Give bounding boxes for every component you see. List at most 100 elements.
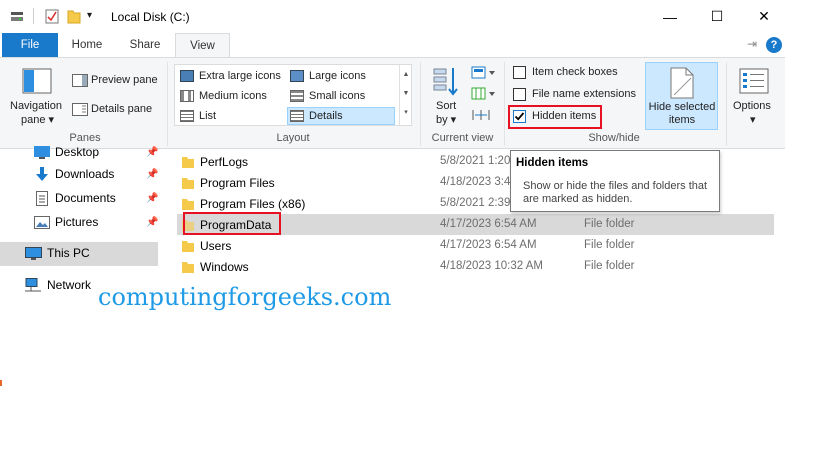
divider <box>504 62 505 146</box>
pin-icon[interactable]: 📌 <box>146 169 158 180</box>
add-columns-button[interactable] <box>471 87 497 103</box>
help-icon[interactable]: ? <box>766 37 782 53</box>
divider <box>726 62 727 146</box>
nav-item-pictures[interactable]: Pictures 📌 <box>0 211 158 235</box>
ribbon-edge <box>785 57 813 149</box>
nav-label: Desktop <box>55 145 100 159</box>
watermark-text: computingforgeeks.com <box>98 283 392 311</box>
options-label: Options <box>733 100 771 112</box>
tab-view[interactable]: View <box>175 33 230 57</box>
file-name: PerfLogs <box>200 155 249 169</box>
layout-option-label: Large icons <box>309 70 366 82</box>
item-check-boxes-label: Item check boxes <box>532 66 618 78</box>
navigation-pane-label-2: pane ▾ <box>21 114 55 126</box>
nav-item-desktop[interactable]: Desktop 📌 <box>0 141 158 165</box>
layout-extra-large-icons[interactable]: Extra large icons <box>177 67 287 85</box>
sort-by-button[interactable]: Sort by ▾ <box>428 62 464 130</box>
file-name: Program Files (x86) <box>200 197 306 211</box>
programdata-highlight <box>183 212 281 235</box>
pin-icon[interactable]: 📌 <box>146 217 158 228</box>
layout-list[interactable]: List <box>177 107 287 125</box>
pictures-icon <box>34 216 50 229</box>
add-columns-icon <box>471 87 495 100</box>
tab-file[interactable]: File <box>2 33 58 57</box>
new-folder-icon[interactable] <box>67 9 81 27</box>
close-button[interactable]: ✕ <box>741 0 787 33</box>
layout-gallery-scroll[interactable]: ▲ ▼ ▾ <box>399 65 412 125</box>
large-icons-icon <box>290 70 304 82</box>
layout-option-label: Medium icons <box>199 90 267 102</box>
download-icon <box>36 167 48 181</box>
group-by-icon <box>471 66 495 79</box>
file-date: 4/17/2023 6:54 AM <box>440 218 537 230</box>
file-name: Windows <box>200 260 249 274</box>
nav-label: Documents <box>55 191 116 205</box>
options-dropdown-icon: ▾ <box>750 114 756 126</box>
pin-icon[interactable]: 📌 <box>146 193 158 204</box>
small-icons-icon <box>290 90 304 102</box>
layout-medium-icons[interactable]: Medium icons <box>177 87 287 105</box>
sort-icon <box>433 68 458 96</box>
quick-access-drive-icon[interactable] <box>10 9 24 26</box>
preview-pane-icon <box>72 74 88 87</box>
file-row[interactable]: Users 4/17/2023 6:54 AM File folder <box>177 235 774 256</box>
details-icon <box>290 110 304 122</box>
layout-large-icons[interactable]: Large icons <box>287 67 397 85</box>
folder-icon <box>182 199 194 210</box>
desktop-icon <box>34 146 50 159</box>
tab-share[interactable]: Share <box>125 33 165 57</box>
medium-icons-icon <box>180 90 194 102</box>
nav-item-documents[interactable]: Documents 📌 <box>0 187 158 211</box>
nav-label: Pictures <box>55 215 99 229</box>
file-name-extensions-toggle[interactable]: File name extensions <box>510 86 642 104</box>
nav-item-this-pc[interactable]: This PC <box>0 242 158 266</box>
file-date: 4/18/2023 3:4 <box>440 176 510 188</box>
list-icon <box>180 110 194 122</box>
options-button[interactable]: Options ▾ <box>731 62 777 130</box>
details-pane-button[interactable]: Details pane <box>70 101 162 119</box>
file-name: Users <box>200 239 232 253</box>
pin-ribbon-icon[interactable]: ⇥ <box>747 37 757 51</box>
item-check-boxes-checkbox[interactable] <box>513 66 526 79</box>
extra-large-icons-icon <box>180 70 194 82</box>
options-icon <box>739 68 769 94</box>
divider <box>167 62 168 146</box>
pin-icon[interactable]: 📌 <box>146 147 158 158</box>
nav-label: Network <box>47 278 92 292</box>
layout-details[interactable]: Details <box>287 107 395 125</box>
show-hide-group-label: Show/hide <box>588 132 640 144</box>
maximize-button[interactable]: ☐ <box>694 0 740 33</box>
folder-icon <box>182 157 194 168</box>
file-date: 5/8/2021 1:20 <box>440 155 510 167</box>
customize-toolbar-chevron-icon[interactable]: ▾ <box>87 10 92 21</box>
group-by-button[interactable] <box>471 66 497 82</box>
file-type: File folder <box>584 218 635 230</box>
preview-pane-button[interactable]: Preview pane <box>70 72 162 90</box>
tab-home[interactable]: Home <box>68 33 106 57</box>
navigation-pane-icon <box>22 68 52 94</box>
file-date: 4/18/2023 10:32 AM <box>440 260 543 272</box>
title-bar: ▾ Local Disk (C:) — ☐ ✕ <box>0 0 813 33</box>
minimize-button[interactable]: — <box>647 0 693 33</box>
sort-by-label: by ▾ <box>436 114 457 126</box>
file-name-extensions-checkbox[interactable] <box>513 88 526 101</box>
layout-small-icons[interactable]: Small icons <box>287 87 397 105</box>
navigation-pane-button[interactable]: Navigation pane ▾ <box>8 62 68 130</box>
hide-selected-items-button[interactable]: Hide selected items <box>645 62 718 130</box>
hidden-items-highlight <box>508 105 602 129</box>
hide-selected-icon <box>670 67 694 99</box>
nav-item-downloads[interactable]: Downloads 📌 <box>0 163 158 187</box>
computer-icon <box>25 247 42 260</box>
documents-icon <box>36 191 48 206</box>
folder-icon <box>182 241 194 252</box>
size-columns-button[interactable] <box>471 108 497 124</box>
ribbon-tabs: File Home Share View ⇥ ? <box>0 33 813 57</box>
folder-icon <box>182 178 194 189</box>
window-title: Local Disk (C:) <box>111 10 190 24</box>
properties-icon[interactable] <box>45 9 59 27</box>
folder-icon <box>182 262 194 273</box>
item-check-boxes-toggle[interactable]: Item check boxes <box>510 64 635 82</box>
tooltip-title: Hidden items <box>516 157 589 169</box>
layout-option-label: Extra large icons <box>199 70 281 82</box>
file-row[interactable]: Windows 4/18/2023 10:32 AM File folder <box>177 256 774 277</box>
